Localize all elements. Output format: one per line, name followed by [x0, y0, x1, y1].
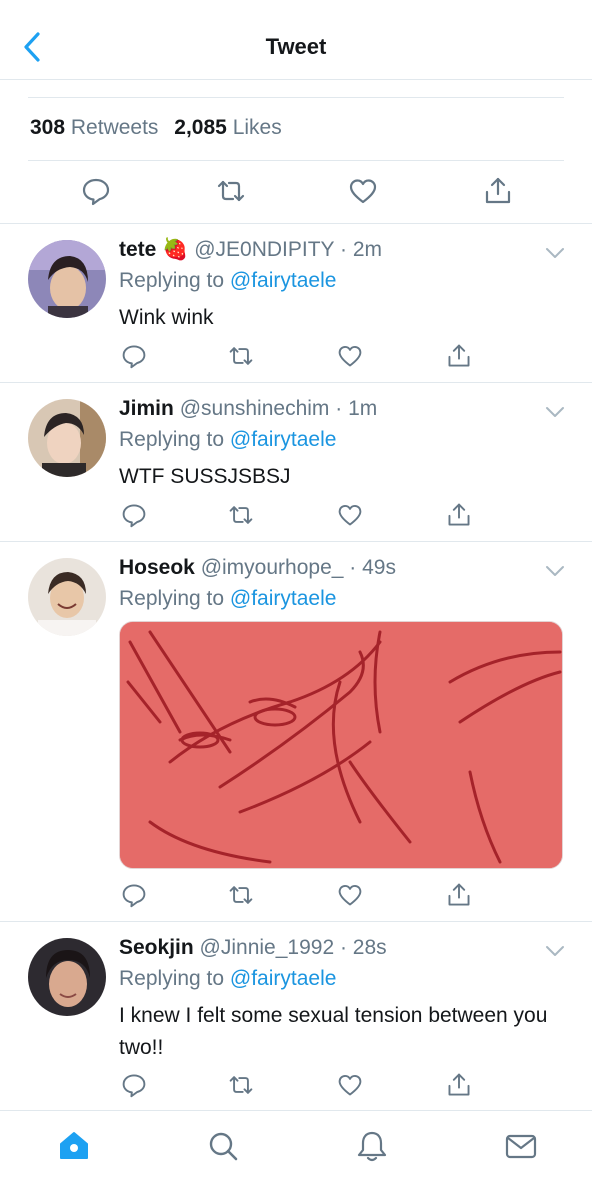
retweet-icon[interactable] [228, 343, 254, 369]
like-icon[interactable] [337, 502, 363, 528]
retweet-icon[interactable] [228, 502, 254, 528]
replying-to: Replying to @fairytaele [119, 967, 337, 990]
page-title: Tweet [265, 34, 327, 59]
likes-label[interactable]: Likes [233, 116, 282, 139]
like-icon[interactable] [337, 343, 363, 369]
home-icon[interactable] [57, 1129, 91, 1163]
username[interactable]: @sunshinechim [180, 397, 330, 420]
timestamp: · 2m [340, 238, 383, 261]
reply-header: Seokjin @Jinnie_1992 · 28s [119, 936, 387, 960]
reply-icon[interactable] [121, 882, 147, 908]
display-name[interactable]: Seokjin [119, 936, 194, 959]
timestamp: · 49s [349, 556, 396, 579]
retweet-icon[interactable] [228, 1072, 254, 1098]
mention-link[interactable]: @fairytaele [230, 967, 337, 990]
tweet-detail-screen: Tweet 308 Retweets 2,085 Likes tete 🍓 @J… [0, 0, 592, 1200]
reply-action-bar [0, 343, 592, 373]
tweet-text: Wink wink [119, 306, 214, 329]
like-icon[interactable] [348, 176, 378, 206]
timestamp: · 28s [339, 936, 387, 959]
reply-icon[interactable] [81, 176, 111, 206]
reply-tweet[interactable]: tete 🍓 @JE0NDIPITY · 2m Replying to @fai… [0, 224, 592, 382]
share-icon[interactable] [483, 176, 513, 206]
bottom-tab-bar [0, 1110, 592, 1200]
divider [28, 160, 564, 161]
replying-to: Replying to @fairytaele [119, 428, 337, 451]
share-icon[interactable] [446, 502, 472, 528]
username[interactable]: @Jinnie_1992 [200, 936, 335, 959]
retweets-count[interactable]: 308 [30, 116, 65, 139]
reply-action-bar [0, 502, 592, 532]
reply-tweet[interactable]: Hoseok @imyourhope_ · 49s Replying to @f… [0, 542, 592, 921]
chevron-down-icon[interactable] [544, 405, 566, 419]
divider [28, 97, 564, 98]
tweet-stats: 308 Retweets 2,085 Likes [30, 116, 282, 140]
username[interactable]: @imyourhope_ [201, 556, 344, 579]
likes-count[interactable]: 2,085 [174, 116, 227, 139]
avatar[interactable] [28, 938, 106, 1016]
reply-icon[interactable] [121, 343, 147, 369]
reply-icon[interactable] [121, 1072, 147, 1098]
share-icon[interactable] [446, 882, 472, 908]
reply-header: tete 🍓 @JE0NDIPITY · 2m [119, 238, 382, 262]
mention-link[interactable]: @fairytaele [230, 428, 337, 451]
mention-link[interactable]: @fairytaele [230, 587, 337, 610]
reply-icon[interactable] [121, 502, 147, 528]
display-name[interactable]: tete [119, 238, 156, 261]
retweet-icon[interactable] [216, 176, 246, 206]
retweets-label[interactable]: Retweets [71, 116, 159, 139]
reply-action-bar [0, 882, 592, 912]
replying-to: Replying to @fairytaele [119, 269, 337, 292]
chevron-down-icon[interactable] [544, 944, 566, 958]
display-name[interactable]: Jimin [119, 397, 174, 420]
like-icon[interactable] [337, 882, 363, 908]
reply-header: Hoseok @imyourhope_ · 49s [119, 556, 396, 580]
tweet-text: I knew I felt some sexual tension betwee… [119, 1004, 548, 1059]
nav-header: Tweet [0, 0, 592, 80]
tweet-text: WTF SUSSJSBSJ [119, 465, 291, 488]
avatar[interactable] [28, 399, 106, 477]
search-icon[interactable] [206, 1129, 240, 1163]
notifications-icon[interactable] [355, 1129, 389, 1163]
timestamp: · 1m [335, 397, 378, 420]
mention-link[interactable]: @fairytaele [230, 269, 337, 292]
strawberry-emoji: 🍓 [162, 238, 189, 261]
chevron-down-icon[interactable] [544, 564, 566, 578]
reply-tweet[interactable]: Seokjin @Jinnie_1992 · 28s Replying to @… [0, 922, 592, 1110]
tweet-action-bar [0, 172, 592, 212]
chevron-down-icon[interactable] [544, 246, 566, 260]
reply-tweet[interactable]: Jimin @sunshinechim · 1m Replying to @fa… [0, 383, 592, 541]
username[interactable]: @JE0NDIPITY [194, 238, 334, 261]
share-icon[interactable] [446, 1072, 472, 1098]
media-image[interactable] [119, 621, 563, 869]
reply-action-bar [0, 1072, 592, 1102]
avatar[interactable] [28, 558, 106, 636]
replying-to: Replying to @fairytaele [119, 587, 337, 610]
reply-header: Jimin @sunshinechim · 1m [119, 397, 377, 421]
display-name[interactable]: Hoseok [119, 556, 195, 579]
avatar[interactable] [28, 240, 106, 318]
messages-icon[interactable] [504, 1129, 538, 1163]
like-icon[interactable] [337, 1072, 363, 1098]
share-icon[interactable] [446, 343, 472, 369]
retweet-icon[interactable] [228, 882, 254, 908]
